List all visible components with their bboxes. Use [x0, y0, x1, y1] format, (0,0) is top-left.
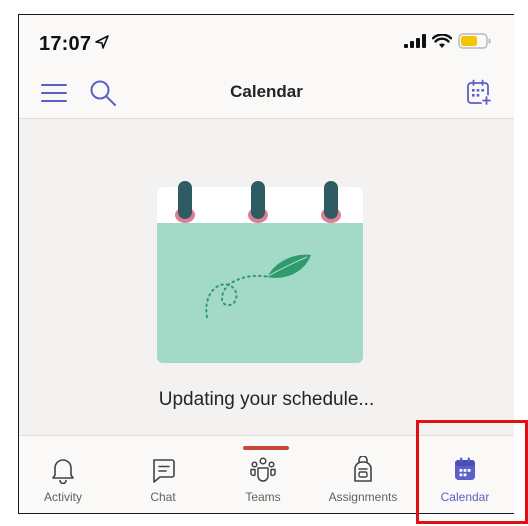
phone-screen: 17:07 Calendar Updating your schedule...…	[18, 14, 514, 514]
tab-teams[interactable]: Teams	[215, 456, 311, 513]
status-indicators	[404, 33, 492, 49]
signal-icon	[404, 34, 426, 48]
backpack-icon	[354, 456, 372, 482]
tab-label: Calendar	[440, 490, 490, 504]
location-arrow-icon	[95, 35, 109, 49]
tab-scroll-indicator	[243, 446, 289, 450]
teams-icon	[250, 457, 276, 482]
calendar-content: Updating your schedule...	[19, 119, 514, 435]
tab-chat[interactable]: Chat	[115, 456, 211, 513]
page-title: Calendar	[230, 82, 303, 101]
bell-icon	[52, 459, 74, 484]
wifi-icon	[432, 33, 452, 48]
status-time: 17:07	[39, 33, 92, 55]
tab-label: Assignments	[328, 490, 398, 504]
bottom-tab-bar: Activity Chat Teams Assignments Calendar	[19, 435, 514, 513]
tab-assignments[interactable]: Assignments	[315, 456, 411, 513]
app-header: Calendar	[19, 67, 514, 119]
status-bar: 17:07	[19, 15, 514, 67]
loading-message: Updating your schedule...	[158, 389, 375, 410]
chat-icon	[152, 459, 175, 483]
tab-label: Teams	[245, 490, 281, 504]
calendar-icon	[455, 457, 475, 480]
tab-activity[interactable]: Activity	[19, 456, 111, 513]
tab-label: Chat	[150, 490, 176, 504]
battery-icon	[458, 33, 491, 49]
tab-calendar[interactable]: Calendar	[417, 456, 513, 513]
tab-label: Activity	[43, 490, 82, 504]
calendar-with-leaf-illustration	[157, 181, 363, 363]
calendar-add-icon[interactable]	[466, 79, 492, 107]
